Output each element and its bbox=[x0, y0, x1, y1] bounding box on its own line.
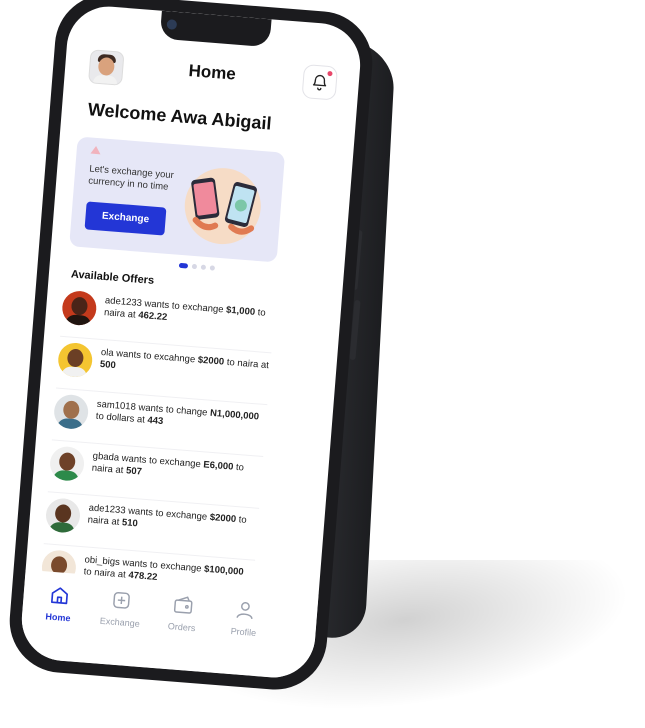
user-avatar bbox=[56, 341, 94, 379]
banner-text: Let's exchange your currency in no time bbox=[87, 163, 175, 193]
offer-text: gbada wants to exchange E6,000 to naira … bbox=[91, 450, 245, 478]
offer-text: sam1018 wants to change N1,000,000 to do… bbox=[95, 398, 260, 428]
nav-orders[interactable]: Orders bbox=[151, 592, 214, 635]
offer-text: ade1233 wants to exchange $1,000 to nair… bbox=[103, 295, 267, 324]
offers-heading: Available Offers bbox=[70, 268, 155, 287]
nav-exchange[interactable]: Exchange bbox=[89, 587, 152, 630]
nav-home-label: Home bbox=[45, 611, 71, 624]
app-screen: Home Welcome Awa Abigail Let's exchange … bbox=[18, 3, 364, 681]
notch bbox=[159, 10, 272, 48]
user-avatar bbox=[48, 445, 86, 482]
user-avatar bbox=[52, 393, 90, 431]
nav-profile-label: Profile bbox=[230, 626, 257, 638]
phone-exchange-illustration-icon bbox=[184, 168, 261, 245]
exchange-button[interactable]: Exchange bbox=[84, 201, 167, 236]
bottom-nav: Home Exchange Orders Profile bbox=[18, 569, 319, 681]
nav-profile[interactable]: Profile bbox=[213, 597, 276, 640]
triangle-decoration-icon bbox=[90, 145, 102, 155]
user-icon bbox=[236, 602, 253, 620]
nav-home[interactable]: Home bbox=[28, 582, 91, 625]
notification-dot bbox=[327, 70, 333, 77]
offer-text: ola wants to excahnge $2000 to naira at … bbox=[99, 346, 270, 372]
user-avatar bbox=[44, 497, 82, 534]
nav-orders-label: Orders bbox=[167, 621, 196, 634]
wallet-icon bbox=[173, 596, 193, 614]
notification-button[interactable] bbox=[301, 64, 339, 101]
user-avatar bbox=[61, 289, 98, 327]
plus-square-icon bbox=[113, 592, 130, 609]
nav-exchange-label: Exchange bbox=[99, 615, 141, 629]
home-icon bbox=[50, 587, 68, 605]
offer-text: ade1233 wants to exchange $2000 to naira… bbox=[87, 502, 248, 530]
promo-banner: Let's exchange your currency in no time … bbox=[69, 136, 286, 263]
bell-icon bbox=[312, 74, 327, 91]
phone-frame: Home Welcome Awa Abigail Let's exchange … bbox=[5, 0, 377, 694]
